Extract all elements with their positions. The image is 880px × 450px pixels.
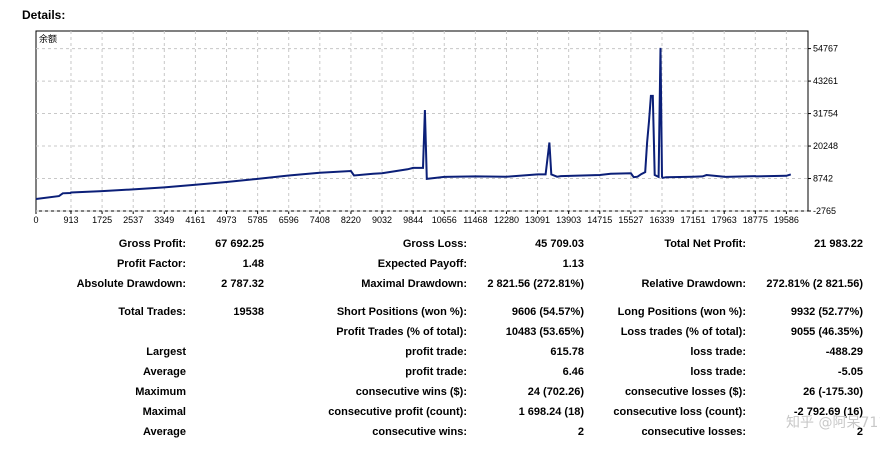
- maximal-consecutive-profit-label: consecutive profit (count):: [328, 406, 467, 418]
- average-label: Average: [142, 366, 186, 378]
- x-tick-label: 8220: [341, 215, 361, 225]
- x-tick-label: 9032: [372, 215, 392, 225]
- watermark: 知乎 @阿呆711: [786, 415, 880, 431]
- profit-factor-value: 1.48: [242, 258, 264, 270]
- average-consecutive-label: Average: [142, 426, 186, 438]
- gross-loss-value: 45 709.03: [535, 238, 584, 250]
- x-tick-label: 3349: [154, 215, 174, 225]
- plot-area: [35, 30, 809, 212]
- expected-payoff-label: Expected Payoff:: [377, 258, 467, 270]
- x-tick-label: 4973: [217, 215, 237, 225]
- x-tick-label: 15527: [618, 215, 643, 225]
- loss-trades-value: 9055 (46.35%): [790, 326, 863, 338]
- x-tick-label: 9844: [403, 215, 423, 225]
- avg-consecutive-wins-value: 2: [577, 426, 584, 438]
- x-tick-label: 19586: [774, 215, 799, 225]
- x-tick-label: 17151: [681, 215, 706, 225]
- maximal-label: Maximal: [142, 406, 186, 418]
- max-consecutive-losses-value: 26 (-175.30): [803, 386, 863, 398]
- y-tick-label: 54767: [813, 44, 838, 54]
- average-loss-value: -5.05: [837, 366, 863, 378]
- y-tick-label: -2765: [813, 206, 836, 216]
- chart-title: 余额: [39, 33, 57, 45]
- profit-factor-label: Profit Factor:: [116, 258, 186, 270]
- x-tick-label: 4161: [185, 215, 205, 225]
- x-tick-label: 18775: [743, 215, 768, 225]
- maximal-consecutive-loss-label: consecutive loss (count):: [613, 406, 746, 418]
- average-profit-label: profit trade:: [405, 366, 467, 378]
- avg-consecutive-losses-label: consecutive losses:: [641, 426, 746, 438]
- largest-loss-value: -488.29: [825, 346, 863, 358]
- x-tick-label: 12280: [494, 215, 519, 225]
- x-tick-label: 11468: [463, 215, 487, 225]
- net-profit-label: Total Net Profit:: [664, 238, 746, 250]
- gross-profit-value: 67 692.25: [215, 238, 264, 250]
- relative-drawdown-value: 272.81% (2 821.56): [766, 278, 863, 290]
- balance-chart: 0 913 1725 2537 3349 4161 4973 5785 6596 7408 8220…: [33, 30, 838, 225]
- x-tick-label: 13091: [525, 215, 550, 225]
- avg-consecutive-wins-label: consecutive wins:: [372, 426, 467, 438]
- max-consecutive-losses-label: consecutive losses ($):: [624, 386, 746, 398]
- largest-label: Largest: [146, 346, 186, 358]
- x-tick-label: 17963: [712, 215, 737, 225]
- largest-loss-label: loss trade:: [690, 346, 746, 358]
- gross-loss-label: Gross Loss:: [402, 238, 467, 250]
- absolute-drawdown-value: 2 787.32: [221, 278, 264, 290]
- max-consecutive-wins-label: consecutive wins ($):: [355, 386, 467, 398]
- maximal-drawdown-label: Maximal Drawdown:: [361, 278, 467, 290]
- x-tick-label: 1725: [92, 215, 112, 225]
- y-tick-label: 31754: [813, 109, 838, 119]
- average-profit-value: 6.46: [562, 366, 584, 378]
- relative-drawdown-label: Relative Drawdown:: [641, 278, 746, 290]
- x-tick-label: 16339: [649, 215, 674, 225]
- x-tick-label: 14715: [587, 215, 612, 225]
- y-tick-label: 43261: [813, 76, 838, 86]
- total-trades-value: 19538: [233, 306, 264, 318]
- expected-payoff-value: 1.13: [562, 258, 584, 270]
- y-tick-label: 8742: [813, 174, 833, 184]
- x-tick-label: 2537: [123, 215, 143, 225]
- x-tick-label: 7408: [310, 215, 330, 225]
- loss-trades-label: Loss trades (% of total):: [620, 326, 746, 338]
- average-loss-label: loss trade:: [690, 366, 746, 378]
- x-tick-label: 0: [33, 215, 38, 225]
- largest-profit-value: 615.78: [550, 346, 584, 358]
- x-tick-label: 6596: [279, 215, 299, 225]
- x-tick-label: 913: [63, 215, 78, 225]
- maximum-label: Maximum: [135, 386, 186, 398]
- long-positions-value: 9932 (52.77%): [790, 306, 863, 318]
- profit-trades-label: Profit Trades (% of total):: [336, 326, 467, 338]
- y-tick-label: 20248: [813, 141, 838, 151]
- profit-trades-value: 10483 (53.65%): [505, 326, 584, 338]
- x-tick-label: 10656: [432, 215, 457, 225]
- net-profit-value: 21 983.22: [814, 238, 863, 250]
- maximal-consecutive-profit-value: 1 698.24 (18): [518, 406, 584, 418]
- largest-profit-label: profit trade:: [405, 346, 467, 358]
- max-consecutive-wins-value: 24 (702.26): [527, 386, 584, 398]
- x-tick-label: 13903: [556, 215, 581, 225]
- absolute-drawdown-label: Absolute Drawdown:: [76, 278, 186, 290]
- gross-profit-label: Gross Profit:: [118, 238, 186, 250]
- total-trades-label: Total Trades:: [118, 306, 186, 318]
- maximal-drawdown-value: 2 821.56 (272.81%): [487, 278, 584, 290]
- long-positions-label: Long Positions (won %):: [617, 306, 746, 318]
- x-tick-label: 5785: [248, 215, 268, 225]
- short-positions-value: 9606 (54.57%): [511, 306, 584, 318]
- short-positions-label: Short Positions (won %):: [336, 306, 467, 318]
